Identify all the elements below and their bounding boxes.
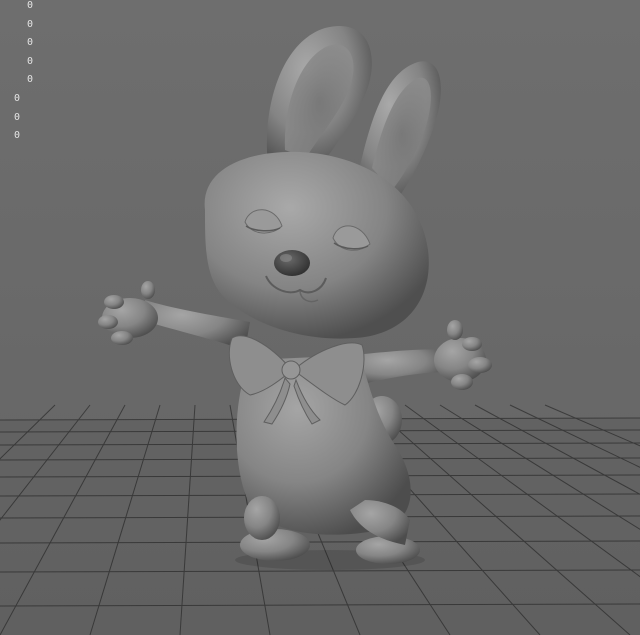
hud-column-2: 0 0 0	[14, 93, 20, 149]
right-arm	[355, 349, 448, 385]
hud-value: 0	[14, 130, 21, 141]
hud-value: 0	[27, 18, 34, 30]
nose	[274, 250, 310, 276]
hud-value: 0	[27, 55, 34, 67]
hud-value: 0	[27, 37, 34, 48]
hud-value: 0	[14, 93, 21, 104]
hud-value: 0	[27, 0, 34, 11]
left-hand	[98, 281, 158, 345]
hud-value: 0	[27, 74, 34, 85]
right-hand	[434, 320, 492, 390]
bunny-model[interactable]	[0, 0, 640, 635]
3d-viewport[interactable]: 0 0 0 0 0 0 0 0	[0, 0, 640, 635]
hud-value: 0	[14, 111, 21, 123]
hud-column-1: 0 0 0 0 0	[27, 0, 33, 93]
